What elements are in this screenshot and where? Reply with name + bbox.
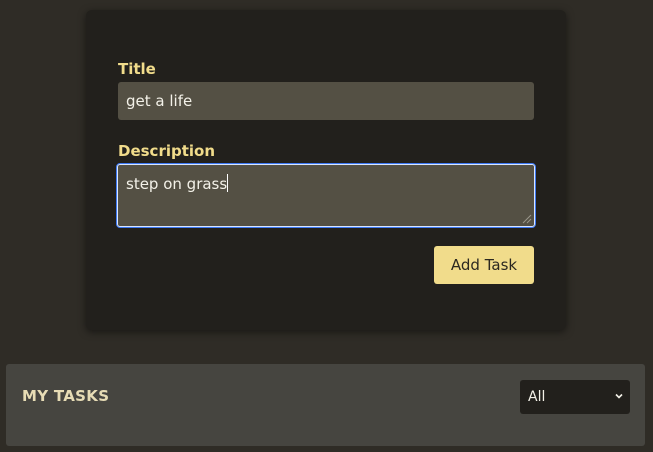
description-textarea[interactable]: step on grass bbox=[116, 163, 536, 228]
title-label: Title bbox=[118, 60, 156, 78]
add-task-button[interactable]: Add Task bbox=[434, 246, 534, 284]
title-input[interactable]: get a life bbox=[118, 82, 534, 120]
my-tasks-header: MY TASKS All bbox=[6, 364, 645, 446]
task-filter-select[interactable]: All bbox=[520, 380, 630, 414]
resize-grip-icon[interactable] bbox=[520, 212, 532, 224]
chevron-down-icon bbox=[615, 393, 623, 399]
description-text: step on grass bbox=[126, 175, 228, 193]
filter-selected-value: All bbox=[528, 389, 546, 405]
text-caret bbox=[227, 174, 229, 192]
tasks-heading: MY TASKS bbox=[22, 387, 110, 405]
add-task-form: Title get a life Description step on gra… bbox=[86, 10, 566, 330]
description-label: Description bbox=[118, 142, 216, 160]
